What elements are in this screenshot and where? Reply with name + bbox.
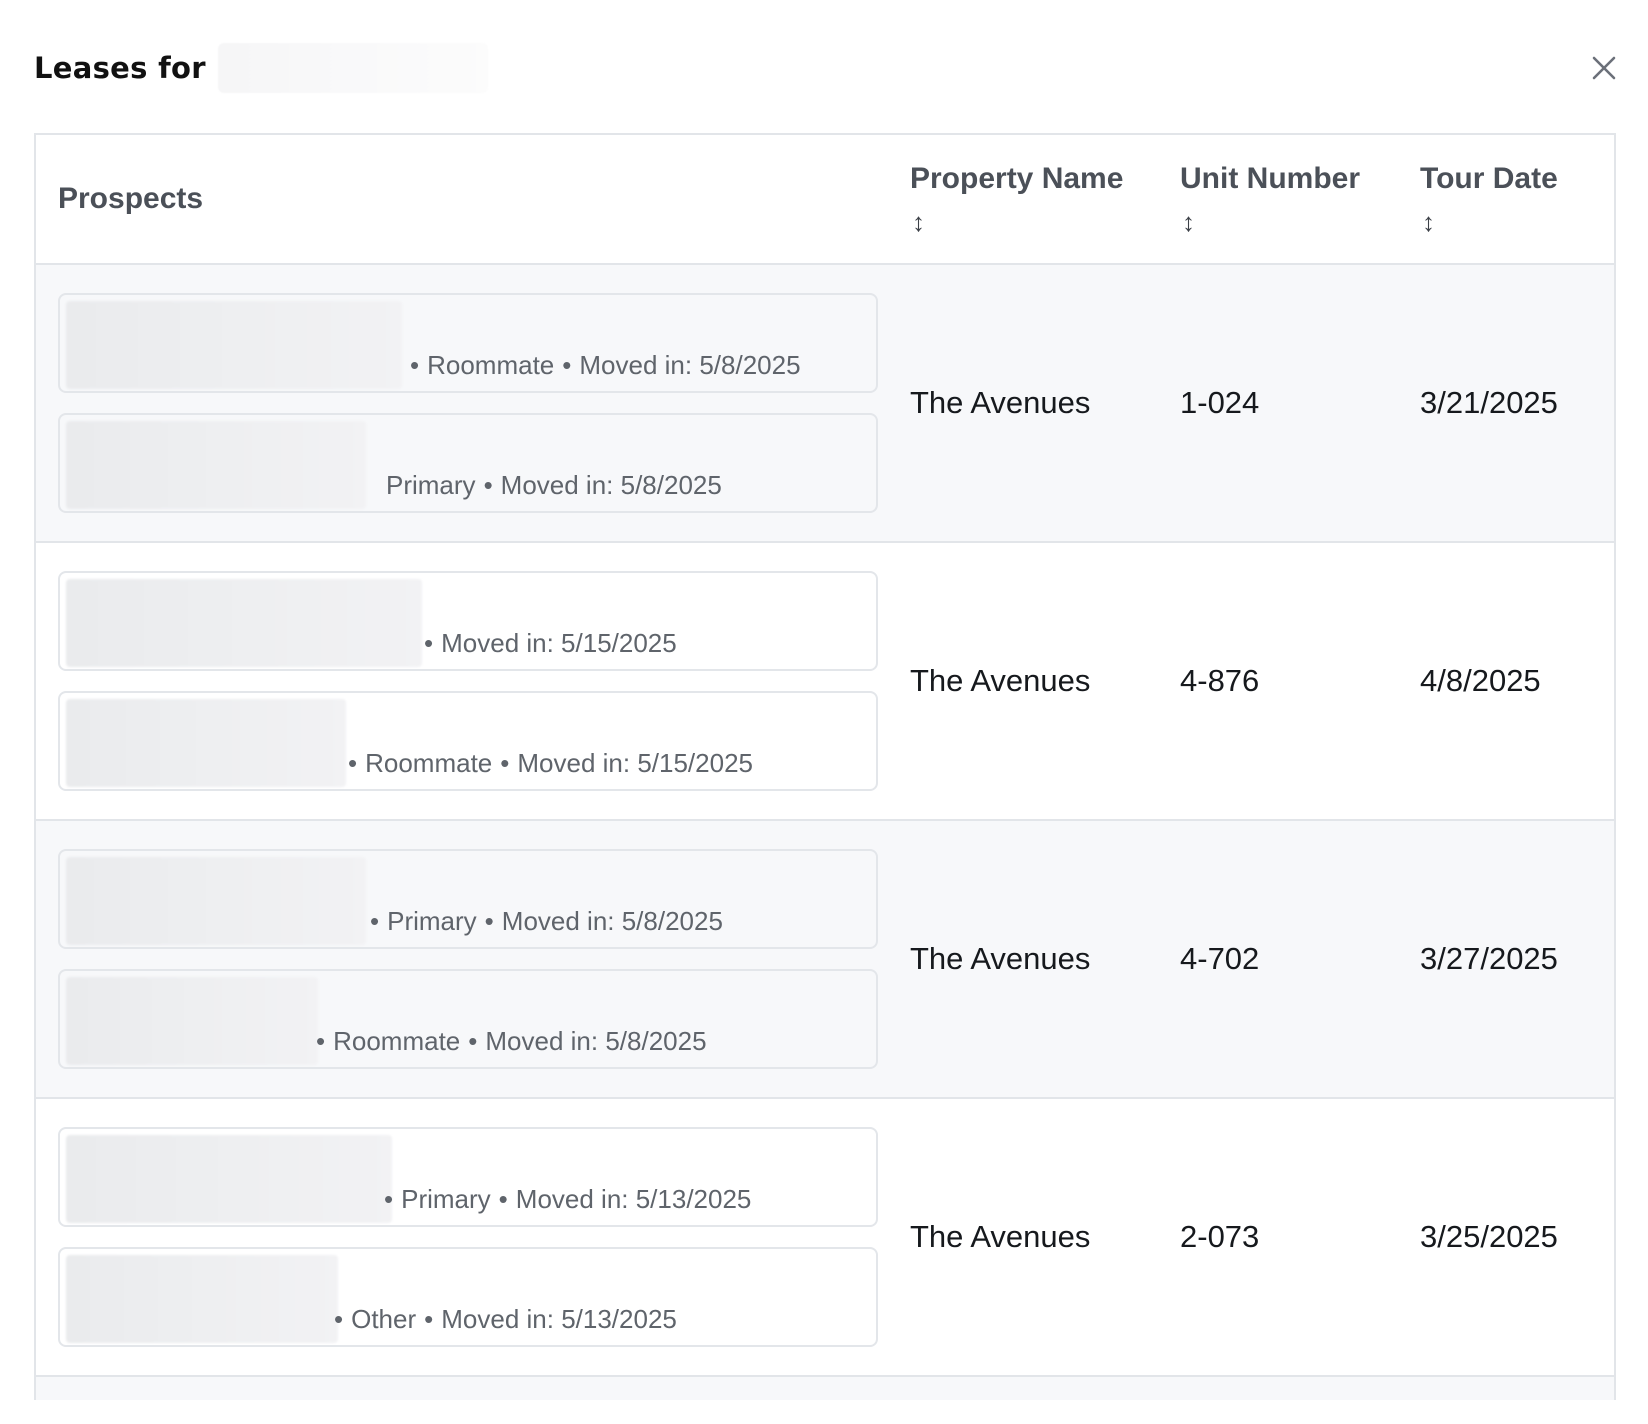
unit-number-cell: 4-702 xyxy=(1180,941,1260,976)
column-header-property-name-label: Property Name xyxy=(910,162,1124,195)
prospect-meta: • Roommate • Moved in: 5/8/2025 xyxy=(402,350,801,381)
column-header-prospects: Prospects xyxy=(36,135,910,265)
column-header-tour-date[interactable]: Tour Date ↕ xyxy=(1420,135,1614,265)
redacted-prospect-name xyxy=(66,699,346,787)
separator-dot: • xyxy=(562,350,572,380)
separator-dot: • xyxy=(348,748,358,778)
table-row: • Primary • Moved in: 5/8/2025 • Roommate • Mo… xyxy=(36,820,1614,1098)
property-name-cell: The Avenues xyxy=(910,385,1091,420)
redacted-prospect-name xyxy=(66,977,318,1065)
partial-cell xyxy=(910,1376,1180,1400)
prospect-role: Primary xyxy=(386,470,476,500)
separator-dot: • xyxy=(424,628,434,658)
table-row: • Roommate • Moved in: 5/8/2025 Primary • Mov… xyxy=(36,264,1614,542)
prospect-meta: Primary • Moved in: 5/8/2025 xyxy=(386,470,722,501)
table-row-partial xyxy=(36,1376,1614,1400)
tour-date-cell: 4/8/2025 xyxy=(1420,663,1541,698)
column-header-unit-number[interactable]: Unit Number ↕ xyxy=(1180,135,1420,265)
tour-date-cell: 3/25/2025 xyxy=(1420,1219,1558,1254)
prospect-card[interactable]: • Primary • Moved in: 5/13/2025 xyxy=(58,1127,878,1227)
tour-date-cell: 3/27/2025 xyxy=(1420,941,1558,976)
separator-dot: • xyxy=(498,1184,508,1214)
column-header-unit-number-label: Unit Number xyxy=(1180,162,1360,195)
prospect-role: Roommate xyxy=(333,1026,461,1056)
prospect-moved-in: Moved in: 5/8/2025 xyxy=(500,470,722,500)
prospect-role: Roommate xyxy=(427,350,555,380)
prospects-cell: • Primary • Moved in: 5/8/2025 • Roommate • Mo… xyxy=(36,820,910,1098)
prospect-meta: • Moved in: 5/15/2025 xyxy=(416,628,677,659)
tour-date-cell: 3/21/2025 xyxy=(1420,385,1558,420)
prospect-meta: • Primary • Moved in: 5/8/2025 xyxy=(362,906,723,937)
close-icon xyxy=(1592,56,1616,80)
prospect-meta: • Roommate • Moved in: 5/8/2025 xyxy=(308,1026,707,1057)
unit-number-cell: 4-876 xyxy=(1180,663,1260,698)
leases-table-container: Prospects Property Name ↕ Unit Number ↕ … xyxy=(34,133,1616,1400)
column-header-prospects-label: Prospects xyxy=(58,182,204,215)
prospects-cell: • Moved in: 5/15/2025 • Roommate • Moved in:… xyxy=(36,542,910,820)
redacted-prospect-name xyxy=(66,579,422,667)
table-header: Prospects Property Name ↕ Unit Number ↕ … xyxy=(36,135,1614,265)
prospect-moved-in: Moved in: 5/8/2025 xyxy=(501,906,723,936)
prospect-card[interactable]: Primary • Moved in: 5/8/2025 xyxy=(58,413,878,513)
modal-header: Leases for xyxy=(34,40,1624,96)
redacted-prospect-name xyxy=(66,301,402,389)
table-row: • Moved in: 5/15/2025 • Roommate • Moved in:… xyxy=(36,542,1614,820)
separator-dot: • xyxy=(468,1026,478,1056)
separator-dot: • xyxy=(484,906,494,936)
prospects-cell: • Primary • Moved in: 5/13/2025 • Other • Move… xyxy=(36,1098,910,1376)
prospect-card[interactable]: • Roommate • Moved in: 5/8/2025 xyxy=(58,293,878,393)
prospect-meta: • Other • Moved in: 5/13/2025 xyxy=(326,1304,677,1335)
property-name-cell: The Avenues xyxy=(910,663,1091,698)
prospect-role: Roommate xyxy=(365,748,493,778)
separator-dot: • xyxy=(370,906,380,936)
prospect-moved-in: Moved in: 5/15/2025 xyxy=(441,628,677,658)
partial-cell xyxy=(1180,1376,1420,1400)
unit-number-cell: 1-024 xyxy=(1180,385,1260,420)
separator-dot: • xyxy=(500,748,510,778)
separator-dot: • xyxy=(483,470,493,500)
prospect-role: Primary xyxy=(387,906,477,936)
prospect-card[interactable]: • Moved in: 5/15/2025 xyxy=(58,571,878,671)
property-name-cell: The Avenues xyxy=(910,1219,1091,1254)
table-body: • Roommate • Moved in: 5/8/2025 Primary • Mov… xyxy=(36,264,1614,1400)
prospect-moved-in: Moved in: 5/13/2025 xyxy=(515,1184,752,1214)
separator-dot: • xyxy=(316,1026,326,1056)
redacted-prospect-name xyxy=(66,421,366,509)
prospect-moved-in: Moved in: 5/15/2025 xyxy=(517,748,753,778)
prospect-moved-in: Moved in: 5/8/2025 xyxy=(485,1026,707,1056)
redacted-prospect-name xyxy=(66,1135,392,1223)
leases-table: Prospects Property Name ↕ Unit Number ↕ … xyxy=(36,135,1614,1400)
prospect-role: Primary xyxy=(401,1184,491,1214)
modal-title: Leases for xyxy=(34,51,206,85)
prospect-card[interactable]: • Other • Moved in: 5/13/2025 xyxy=(58,1247,878,1347)
partial-cell xyxy=(36,1376,910,1400)
sort-icon[interactable]: ↕ xyxy=(1422,202,1614,242)
sort-icon[interactable]: ↕ xyxy=(1182,202,1420,242)
table-row: • Primary • Moved in: 5/13/2025 • Other • Move… xyxy=(36,1098,1614,1376)
partial-cell xyxy=(1420,1376,1614,1400)
modal-title-wrap: Leases for xyxy=(34,40,488,96)
prospect-role: Other xyxy=(351,1304,417,1334)
redacted-prospect-name xyxy=(66,857,366,945)
separator-dot: • xyxy=(424,1304,434,1334)
prospect-card[interactable]: • Roommate • Moved in: 5/15/2025 xyxy=(58,691,878,791)
column-header-tour-date-label: Tour Date xyxy=(1420,162,1558,195)
prospect-card[interactable]: • Roommate • Moved in: 5/8/2025 xyxy=(58,969,878,1069)
close-button[interactable] xyxy=(1584,48,1624,88)
separator-dot: • xyxy=(410,350,420,380)
prospects-cell: • Roommate • Moved in: 5/8/2025 Primary • Mov… xyxy=(36,264,910,542)
prospect-moved-in: Moved in: 5/8/2025 xyxy=(579,350,801,380)
prospect-card[interactable]: • Primary • Moved in: 5/8/2025 xyxy=(58,849,878,949)
redacted-resident-name xyxy=(217,43,488,93)
separator-dot: • xyxy=(334,1304,344,1334)
column-header-property-name[interactable]: Property Name ↕ xyxy=(910,135,1180,265)
separator-dot: • xyxy=(384,1184,394,1214)
unit-number-cell: 2-073 xyxy=(1180,1219,1260,1254)
redacted-prospect-name xyxy=(66,1255,338,1343)
prospect-meta: • Roommate • Moved in: 5/15/2025 xyxy=(340,748,753,779)
prospect-moved-in: Moved in: 5/13/2025 xyxy=(441,1304,677,1334)
property-name-cell: The Avenues xyxy=(910,941,1091,976)
sort-icon[interactable]: ↕ xyxy=(912,202,1180,242)
prospect-meta: • Primary • Moved in: 5/13/2025 xyxy=(376,1184,751,1215)
